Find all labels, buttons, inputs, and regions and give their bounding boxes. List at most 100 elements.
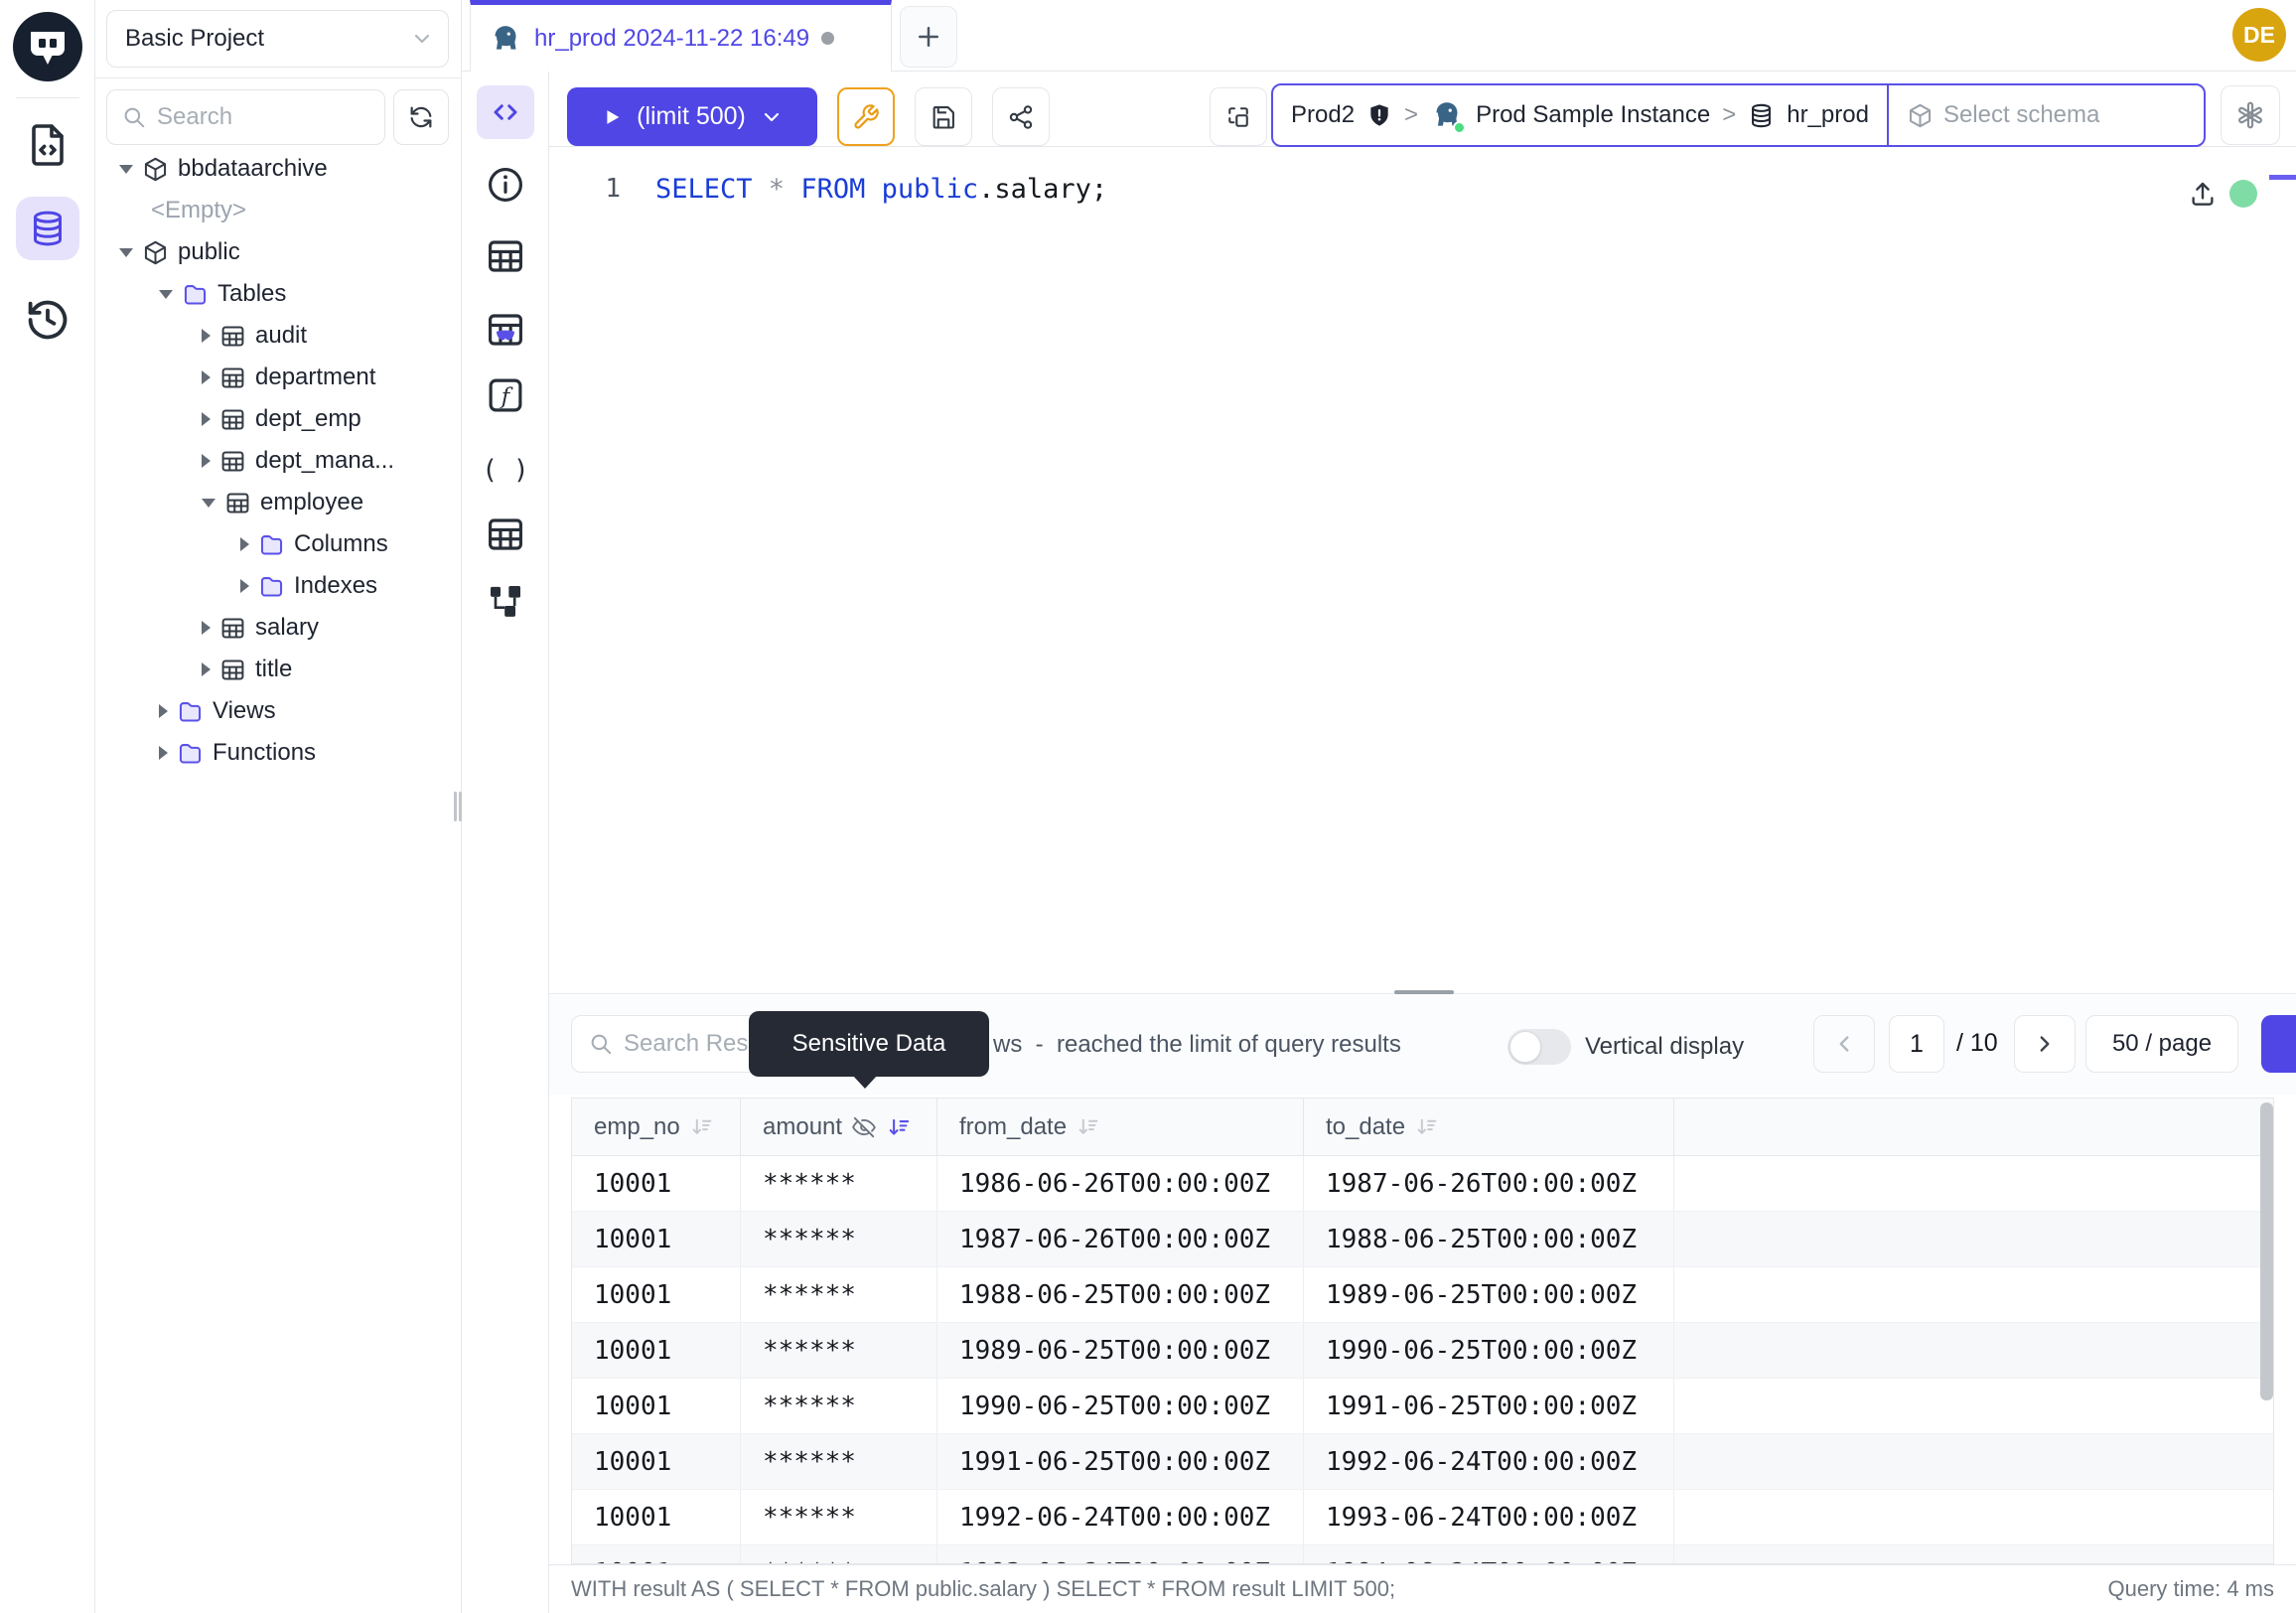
page-number-input[interactable] xyxy=(1889,1015,1944,1073)
caret-right-icon[interactable] xyxy=(240,579,249,593)
caret-right-icon[interactable] xyxy=(202,412,211,426)
caret-down-icon[interactable] xyxy=(119,165,133,174)
new-tab-button[interactable] xyxy=(900,6,957,68)
cell-amount[interactable]: ****** xyxy=(741,1323,937,1378)
tree-item-salary[interactable]: salary xyxy=(95,607,461,649)
sidebar-resize-handle[interactable] xyxy=(454,792,457,821)
caret-right-icon[interactable] xyxy=(202,454,211,468)
caret-right-icon[interactable] xyxy=(202,370,211,384)
cell-from-date[interactable]: 1991-06-25T00:00:00Z xyxy=(937,1434,1304,1489)
select-schema-button[interactable]: Select schema xyxy=(1889,85,2204,145)
tree-item-bbdataarchive[interactable]: bbdataarchive xyxy=(95,148,461,190)
tree-item-title[interactable]: title xyxy=(95,649,461,690)
cell-to-date[interactable]: 1991-06-25T00:00:00Z xyxy=(1304,1379,1674,1433)
drag-handle[interactable] xyxy=(1394,990,1454,994)
page-size-select[interactable]: 50 / page xyxy=(2085,1015,2238,1073)
cell-from-date[interactable]: 1986-06-26T00:00:00Z xyxy=(937,1156,1304,1211)
cell-to-date[interactable]: 1992-06-24T00:00:00Z xyxy=(1304,1434,1674,1489)
sql-editor[interactable]: 1 SELECT * FROM public.salary; xyxy=(549,147,2296,992)
cell-to-date[interactable]: 1993-06-24T00:00:00Z xyxy=(1304,1490,1674,1544)
cell-amount[interactable]: ****** xyxy=(741,1434,937,1489)
cell-amount[interactable]: ****** xyxy=(741,1490,937,1544)
export-button[interactable] xyxy=(2261,1015,2296,1073)
code-line[interactable]: SELECT * FROM public.salary; xyxy=(655,159,1107,219)
tree-item-columns[interactable]: Columns xyxy=(95,523,461,565)
cell-amount[interactable]: ****** xyxy=(741,1267,937,1322)
tree-item-department[interactable]: department xyxy=(95,357,461,398)
upload-icon[interactable] xyxy=(2188,179,2218,209)
tree-item-indexes[interactable]: Indexes xyxy=(95,565,461,607)
search-input[interactable] xyxy=(157,103,370,131)
caret-right-icon[interactable] xyxy=(202,662,211,676)
cell-to-date[interactable]: 1988-06-25T00:00:00Z xyxy=(1304,1212,1674,1266)
worksheet-icon[interactable] xyxy=(24,121,72,169)
sort-icon[interactable] xyxy=(1414,1114,1439,1139)
tree-item-employee[interactable]: employee xyxy=(95,482,461,523)
column-header-amount[interactable]: amount xyxy=(741,1099,937,1155)
table-row[interactable]: 10001******1989-06-25T00:00:00Z1990-06-2… xyxy=(572,1323,2273,1379)
chevron-down-icon[interactable] xyxy=(760,105,784,129)
cell-from-date[interactable]: 1989-06-25T00:00:00Z xyxy=(937,1323,1304,1378)
avatar[interactable]: DE xyxy=(2232,8,2286,62)
column-header-emp-no[interactable]: emp_no xyxy=(572,1099,741,1155)
run-query-button[interactable]: (limit 500) xyxy=(567,87,817,146)
cell-to-date[interactable]: 1990-06-25T00:00:00Z xyxy=(1304,1323,1674,1378)
cell-from-date[interactable]: 1990-06-25T00:00:00Z xyxy=(937,1379,1304,1433)
cell-to-date[interactable]: 1994-06-24T00:00:00Z xyxy=(1304,1545,1674,1564)
caret-down-icon[interactable] xyxy=(202,499,215,508)
save-button[interactable] xyxy=(915,87,972,146)
caret-right-icon[interactable] xyxy=(159,704,168,718)
caret-down-icon[interactable] xyxy=(119,248,133,257)
history-icon[interactable] xyxy=(24,296,72,344)
table-row[interactable]: 10001******1990-06-25T00:00:00Z1991-06-2… xyxy=(572,1379,2273,1434)
breadcrumb-main[interactable]: Prod2 > Prod Sample Instance > hr_prod xyxy=(1273,85,1887,145)
next-page-button[interactable] xyxy=(2014,1015,2076,1073)
cell-from-date[interactable]: 1993-06-24T00:00:00Z xyxy=(937,1545,1304,1564)
vertical-display-toggle[interactable] xyxy=(1507,1029,1571,1065)
cell-from-date[interactable]: 1987-06-26T00:00:00Z xyxy=(937,1212,1304,1266)
tree-item-views[interactable]: Views xyxy=(95,690,461,732)
bytebase-logo[interactable] xyxy=(13,12,82,81)
table-scrollbar[interactable] xyxy=(2260,1102,2273,1400)
cell-to-date[interactable]: 1987-06-26T00:00:00Z xyxy=(1304,1156,1674,1211)
cell-amount[interactable]: ****** xyxy=(741,1156,937,1211)
caret-right-icon[interactable] xyxy=(202,329,211,343)
table-row[interactable]: 10001******1993-06-24T00:00:00Z1994-06-2… xyxy=(572,1545,2273,1564)
external-table-icon[interactable] xyxy=(484,513,527,556)
table-row[interactable]: 10001******1987-06-26T00:00:00Z1988-06-2… xyxy=(572,1212,2273,1267)
share-button[interactable] xyxy=(992,87,1050,146)
cell-emp-no[interactable]: 10001 xyxy=(572,1379,741,1433)
caret-right-icon[interactable] xyxy=(159,746,168,760)
cell-emp-no[interactable]: 10001 xyxy=(572,1212,741,1266)
cell-from-date[interactable]: 1992-06-24T00:00:00Z xyxy=(937,1490,1304,1544)
caret-right-icon[interactable] xyxy=(240,537,249,551)
cell-from-date[interactable]: 1988-06-25T00:00:00Z xyxy=(937,1267,1304,1322)
cell-emp-no[interactable]: 10001 xyxy=(572,1323,741,1378)
table-row[interactable]: 10001******1986-06-26T00:00:00Z1987-06-2… xyxy=(572,1156,2273,1212)
cell-emp-no[interactable]: 10001 xyxy=(572,1267,741,1322)
table-panel-icon[interactable] xyxy=(484,234,527,278)
function-icon[interactable] xyxy=(484,373,527,417)
tree-item-functions[interactable]: Functions xyxy=(95,732,461,774)
table-row[interactable]: 10001******1988-06-25T00:00:00Z1989-06-2… xyxy=(572,1267,2273,1323)
info-icon[interactable] xyxy=(484,163,527,207)
ai-assistant-button[interactable] xyxy=(2221,85,2280,145)
refresh-button[interactable] xyxy=(393,89,449,145)
cell-to-date[interactable]: 1989-06-25T00:00:00Z xyxy=(1304,1267,1674,1322)
cell-emp-no[interactable]: 10001 xyxy=(572,1490,741,1544)
prev-page-button[interactable] xyxy=(1813,1015,1875,1073)
caret-right-icon[interactable] xyxy=(202,621,211,635)
project-select[interactable]: Basic Project xyxy=(106,10,449,68)
masked-table-icon[interactable] xyxy=(484,308,527,352)
rail-item-database[interactable] xyxy=(16,197,79,260)
caret-down-icon[interactable] xyxy=(159,290,173,299)
sort-icon[interactable] xyxy=(1076,1114,1100,1139)
tree-item-dept-emp[interactable]: dept_emp xyxy=(95,398,461,440)
format-sql-button[interactable] xyxy=(837,87,895,146)
column-header-from-date[interactable]: from_date xyxy=(937,1099,1304,1155)
sort-icon[interactable] xyxy=(689,1114,714,1139)
table-row[interactable]: 10001******1992-06-24T00:00:00Z1993-06-2… xyxy=(572,1490,2273,1545)
tree-item-tables[interactable]: Tables xyxy=(95,273,461,315)
procedure-icon[interactable] xyxy=(484,448,527,492)
tree-item-dept-manager[interactable]: dept_mana... xyxy=(95,440,461,482)
